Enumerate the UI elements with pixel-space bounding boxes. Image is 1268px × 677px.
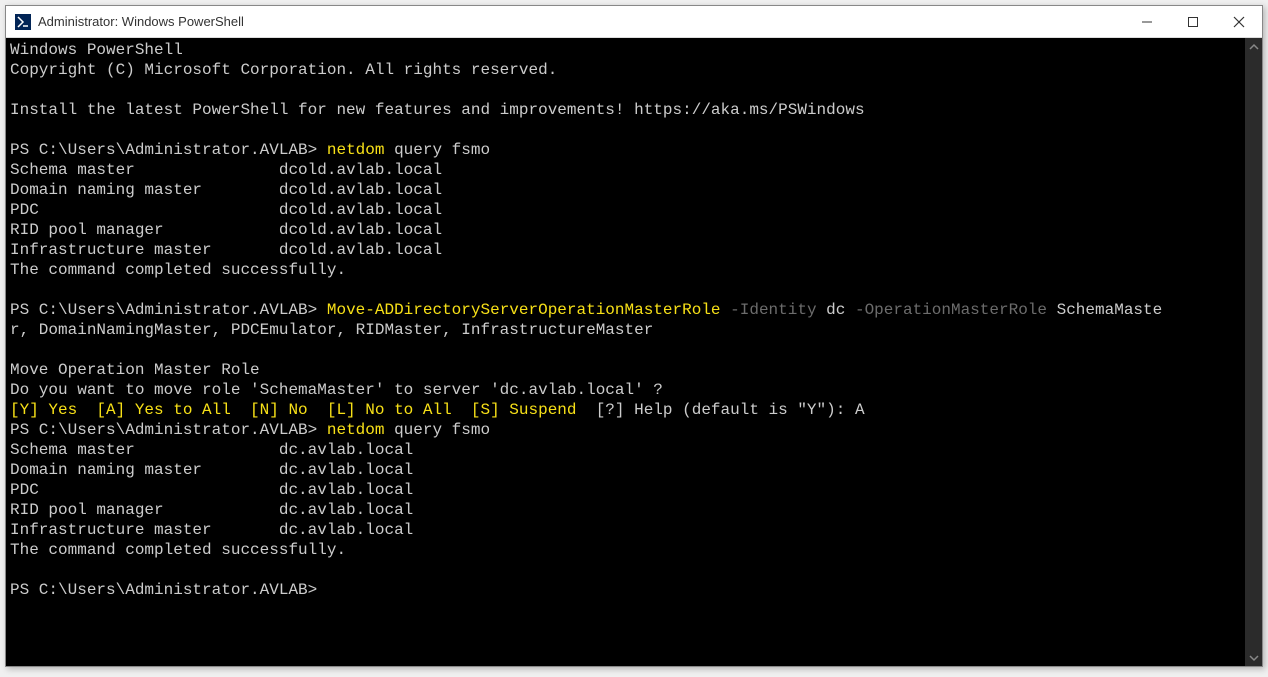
output-line: Schema master dc.avlab.local bbox=[10, 440, 1241, 460]
prompt: PS C:\Users\Administrator.AVLAB> bbox=[10, 141, 327, 159]
terminal-area[interactable]: Windows PowerShellCopyright (C) Microsof… bbox=[6, 38, 1262, 666]
window-controls bbox=[1124, 6, 1262, 37]
blank-line bbox=[10, 120, 1241, 140]
blank-line bbox=[10, 80, 1241, 100]
output-line: Install the latest PowerShell for new fe… bbox=[10, 100, 1241, 120]
choice-rest: [?] Help (default is "Y"): A bbox=[586, 401, 864, 419]
output-line: Schema master dcold.avlab.local bbox=[10, 160, 1241, 180]
output-line: Infrastructure master dcold.avlab.local bbox=[10, 240, 1241, 260]
parameter-name: -Identity bbox=[721, 301, 817, 319]
choices-line: [Y] Yes [A] Yes to All [N] No [L] No to … bbox=[10, 400, 1241, 420]
output-line: PDC dcold.avlab.local bbox=[10, 200, 1241, 220]
prompt-line: PS C:\Users\Administrator.AVLAB> Move-AD… bbox=[10, 300, 1241, 320]
output-line: The command completed successfully. bbox=[10, 540, 1241, 560]
prompt: PS C:\Users\Administrator.AVLAB> bbox=[10, 421, 327, 439]
output-line: Do you want to move role 'SchemaMaster' … bbox=[10, 380, 1241, 400]
command: netdom bbox=[327, 421, 385, 439]
minimize-button[interactable] bbox=[1124, 6, 1170, 37]
output-line: The command completed successfully. bbox=[10, 260, 1241, 280]
parameter-value: SchemaMaste bbox=[1047, 301, 1162, 319]
titlebar[interactable]: Administrator: Windows PowerShell bbox=[6, 6, 1262, 38]
output-line: Move Operation Master Role bbox=[10, 360, 1241, 380]
terminal-output[interactable]: Windows PowerShellCopyright (C) Microsof… bbox=[6, 38, 1245, 666]
parameter-value: dc bbox=[817, 301, 846, 319]
output-line: RID pool manager dcold.avlab.local bbox=[10, 220, 1241, 240]
blank-line bbox=[10, 280, 1241, 300]
blank-line bbox=[10, 340, 1241, 360]
output-line: Infrastructure master dc.avlab.local bbox=[10, 520, 1241, 540]
command-args: query fsmo bbox=[384, 141, 490, 159]
output-line: PDC dc.avlab.local bbox=[10, 480, 1241, 500]
scroll-down-icon[interactable] bbox=[1245, 649, 1262, 666]
powershell-window: Administrator: Windows PowerShell Window… bbox=[5, 5, 1263, 667]
output-line: r, DomainNamingMaster, PDCEmulator, RIDM… bbox=[10, 320, 1241, 340]
parameter-name: -OperationMasterRole bbox=[845, 301, 1047, 319]
output-line: Domain naming master dc.avlab.local bbox=[10, 460, 1241, 480]
prompt-line: PS C:\Users\Administrator.AVLAB> netdom … bbox=[10, 140, 1241, 160]
output-line: Domain naming master dcold.avlab.local bbox=[10, 180, 1241, 200]
output-line: Copyright (C) Microsoft Corporation. All… bbox=[10, 60, 1241, 80]
command-args: query fsmo bbox=[384, 421, 490, 439]
blank-line bbox=[10, 560, 1241, 580]
output-line: Windows PowerShell bbox=[10, 40, 1241, 60]
window-title: Administrator: Windows PowerShell bbox=[38, 14, 244, 29]
maximize-button[interactable] bbox=[1170, 6, 1216, 37]
prompt-line: PS C:\Users\Administrator.AVLAB> netdom … bbox=[10, 420, 1241, 440]
scroll-up-icon[interactable] bbox=[1245, 38, 1262, 55]
close-button[interactable] bbox=[1216, 6, 1262, 37]
command: Move-ADDirectoryServerOperationMasterRol… bbox=[327, 301, 721, 319]
prompt: PS C:\Users\Administrator.AVLAB> bbox=[10, 301, 327, 319]
prompt-line: PS C:\Users\Administrator.AVLAB> bbox=[10, 580, 1241, 600]
vertical-scrollbar[interactable] bbox=[1245, 38, 1262, 666]
command: netdom bbox=[327, 141, 385, 159]
choice-options: [Y] Yes [A] Yes to All [N] No [L] No to … bbox=[10, 401, 586, 419]
powershell-icon bbox=[14, 13, 32, 31]
output-line: RID pool manager dc.avlab.local bbox=[10, 500, 1241, 520]
